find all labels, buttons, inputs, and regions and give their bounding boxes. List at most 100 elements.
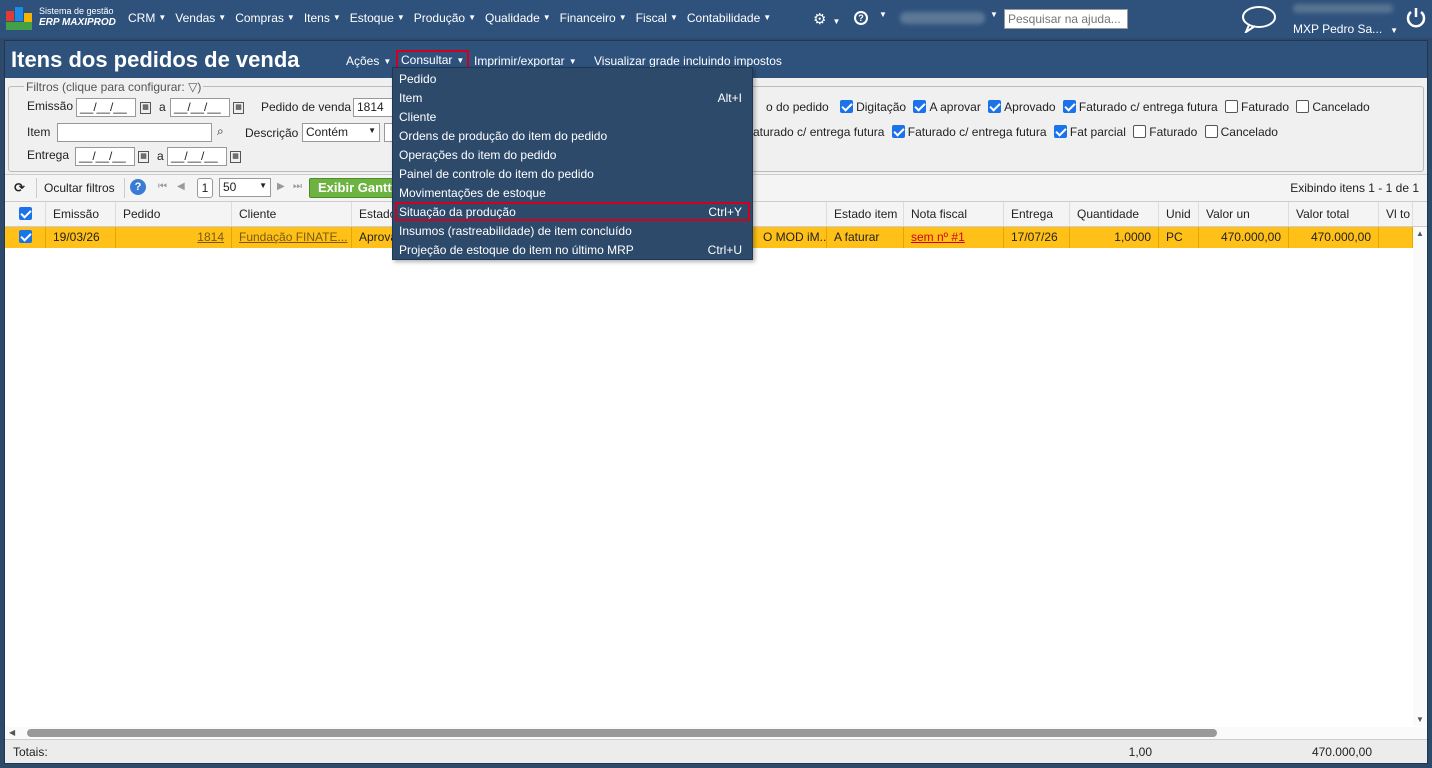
chk-a-aprovar[interactable]: A aprovar	[913, 100, 981, 114]
filter-icon[interactable]: ▽	[188, 80, 197, 94]
acoes-menu[interactable]: Ações ▼	[346, 54, 391, 68]
col-emissao[interactable]: Emissão	[46, 202, 116, 226]
visualizar-impostos-button[interactable]: Visualizar grade incluindo impostos	[594, 54, 782, 68]
help-caret-icon[interactable]: ▼	[879, 10, 887, 19]
cell-descricao: O MOD iM...	[756, 227, 827, 248]
menu-item-projecao-estoque[interactable]: Projeção de estoque do item no último MR…	[395, 240, 750, 259]
nav-financeiro[interactable]: Financeiro ▼	[560, 11, 636, 25]
cell-cliente-link[interactable]: Fundação FINATE...	[232, 227, 352, 248]
search-icon[interactable]: ⌕	[217, 124, 224, 139]
vertical-scrollbar[interactable]: ▲ ▼	[1413, 227, 1427, 726]
page-size-select[interactable]: 50 ▼	[219, 178, 271, 197]
col-nota-fiscal[interactable]: Nota fiscal	[904, 202, 1004, 226]
calendar-icon[interactable]: ▦	[140, 102, 151, 114]
col-pedido[interactable]: Pedido	[116, 202, 232, 226]
col-entrega[interactable]: Entrega	[1004, 202, 1070, 226]
calendar-icon[interactable]: ▦	[230, 151, 241, 163]
chk-item-cancelado[interactable]: Cancelado	[1204, 125, 1278, 139]
estado-pedido-label: o do pedido	[766, 100, 829, 114]
chk-faturado-entrega-futura[interactable]: Faturado c/ entrega futura	[1062, 100, 1218, 114]
calendar-icon[interactable]: ▦	[138, 151, 149, 163]
select-all-checkbox[interactable]	[5, 202, 46, 226]
cell-nota-fiscal-link[interactable]: sem nº #1	[904, 227, 1004, 248]
chk-faturado[interactable]: Faturado	[1224, 100, 1289, 114]
nav-qualidade[interactable]: Qualidade ▼	[485, 11, 560, 25]
scroll-left-icon[interactable]: ◀	[9, 728, 15, 737]
company-name-blurred[interactable]	[900, 12, 985, 24]
menu-item-operacoes[interactable]: Operações do item do pedido	[395, 145, 750, 164]
chk-item-faturado[interactable]: Faturado	[1133, 125, 1197, 139]
scroll-up-icon[interactable]: ▲	[1416, 229, 1424, 238]
company-caret-icon[interactable]: ▼	[990, 10, 998, 19]
col-unid[interactable]: Unid	[1159, 202, 1199, 226]
descricao-select[interactable]: Contém ▼	[302, 123, 380, 142]
imprimir-exportar-menu[interactable]: Imprimir/exportar ▼	[474, 54, 577, 68]
page-input[interactable]: 1	[197, 178, 213, 198]
estado-pedido-filter: o do pedido Digitação A aprovar Aprovado…	[766, 100, 1374, 114]
gear-icon[interactable]: ⚙ ▼	[813, 10, 840, 28]
filters-legend[interactable]: Filtros (clique para configurar: ▽)	[24, 80, 204, 94]
menu-item-movimentacoes-estoque[interactable]: Movimentações de estoque	[395, 183, 750, 202]
help-icon[interactable]: ?	[130, 179, 146, 195]
entrega-from-input[interactable]: __/__/__	[75, 147, 135, 166]
col-valor-un[interactable]: Valor un	[1199, 202, 1289, 226]
chk-digitacao[interactable]: Digitação	[840, 100, 906, 114]
calendar-icon[interactable]: ▦	[233, 102, 244, 114]
nav-contabilidade[interactable]: Contabilidade ▼	[687, 11, 780, 25]
help-icon[interactable]: ?	[854, 11, 868, 25]
entrega-to-input[interactable]: __/__/__	[167, 147, 227, 166]
first-page-icon[interactable]: ⏮	[158, 181, 167, 192]
nav-compras[interactable]: Compras ▼	[235, 11, 304, 25]
a-label: a	[159, 100, 166, 114]
nav-fiscal[interactable]: Fiscal ▼	[636, 11, 687, 25]
menu-item-cliente[interactable]: Cliente	[395, 107, 750, 126]
user-menu[interactable]: MXP Pedro Sa... ▼	[1293, 22, 1398, 36]
user-company-blurred	[1293, 4, 1393, 13]
nav-crm[interactable]: CRM ▼	[128, 11, 175, 25]
ocultar-filtros-button[interactable]: Ocultar filtros	[44, 181, 115, 195]
main-menu: CRM ▼ Vendas ▼ Compras ▼ Itens ▼ Estoque ▼ Pr…	[128, 11, 780, 25]
emissao-from-input[interactable]: __/__/__	[76, 98, 136, 117]
nav-vendas[interactable]: Vendas ▼	[175, 11, 235, 25]
col-quantidade[interactable]: Quantidade	[1070, 202, 1159, 226]
refresh-icon[interactable]: ⟳	[14, 180, 25, 196]
chat-icon[interactable]	[1241, 5, 1278, 33]
pedido-venda-input[interactable]: 1814	[353, 98, 397, 117]
chk-item-fat-parcial[interactable]: Fat parcial	[1053, 125, 1126, 139]
menu-item-ordens-producao[interactable]: Ordens de produção do item do pedido	[395, 126, 750, 145]
menu-item-painel-controle[interactable]: Painel de controle do item do pedido	[395, 164, 750, 183]
col-descricao[interactable]	[756, 202, 827, 226]
col-cliente[interactable]: Cliente	[232, 202, 352, 226]
nav-producao[interactable]: Produção ▼	[414, 11, 485, 25]
chk-item-faturado-entrega-futura[interactable]: Faturado c/ entrega futura	[891, 125, 1047, 139]
last-page-icon[interactable]: ⏭	[293, 181, 302, 192]
totals-row: Totais: 1,00 470.000,00	[5, 739, 1427, 763]
emissao-to-input[interactable]: __/__/__	[170, 98, 230, 117]
cell-pedido-link[interactable]: 1814	[116, 227, 232, 248]
item-input[interactable]	[57, 123, 212, 142]
item-label: Item	[27, 125, 51, 139]
col-vl-total-impostos[interactable]: Vl to	[1379, 202, 1413, 226]
horizontal-scrollbar[interactable]: ◀	[5, 727, 1427, 739]
col-estado-item[interactable]: Estado item	[827, 202, 904, 226]
nav-itens[interactable]: Itens ▼	[304, 11, 350, 25]
cell-estado-item: A faturar	[827, 227, 904, 248]
maxiprod-logo[interactable]	[6, 7, 34, 31]
chk-aprovado[interactable]: Aprovado	[988, 100, 1056, 114]
chk-cancelado[interactable]: Cancelado	[1296, 100, 1370, 114]
prev-page-icon[interactable]: ◀	[177, 181, 185, 192]
help-search-input[interactable]	[1004, 9, 1128, 29]
cell-valor-total: 470.000,00	[1289, 227, 1379, 248]
menu-item-insumos[interactable]: Insumos (rastreabilidade) de item conclu…	[395, 221, 750, 240]
exibir-gantt-button[interactable]: Exibir Gantt	[309, 178, 401, 198]
menu-item-pedido[interactable]: Pedido	[395, 69, 750, 88]
row-checkbox[interactable]	[5, 227, 46, 248]
scroll-down-icon[interactable]: ▼	[1416, 715, 1424, 724]
col-valor-total[interactable]: Valor total	[1289, 202, 1379, 226]
horizontal-scroll-thumb[interactable]	[27, 729, 1217, 737]
next-page-icon[interactable]: ▶	[277, 181, 285, 192]
power-icon[interactable]	[1405, 6, 1427, 30]
menu-item-item[interactable]: Item Alt+I	[395, 88, 750, 107]
menu-item-situacao-producao[interactable]: Situação da produção Ctrl+Y	[395, 202, 750, 221]
nav-estoque[interactable]: Estoque ▼	[350, 11, 414, 25]
